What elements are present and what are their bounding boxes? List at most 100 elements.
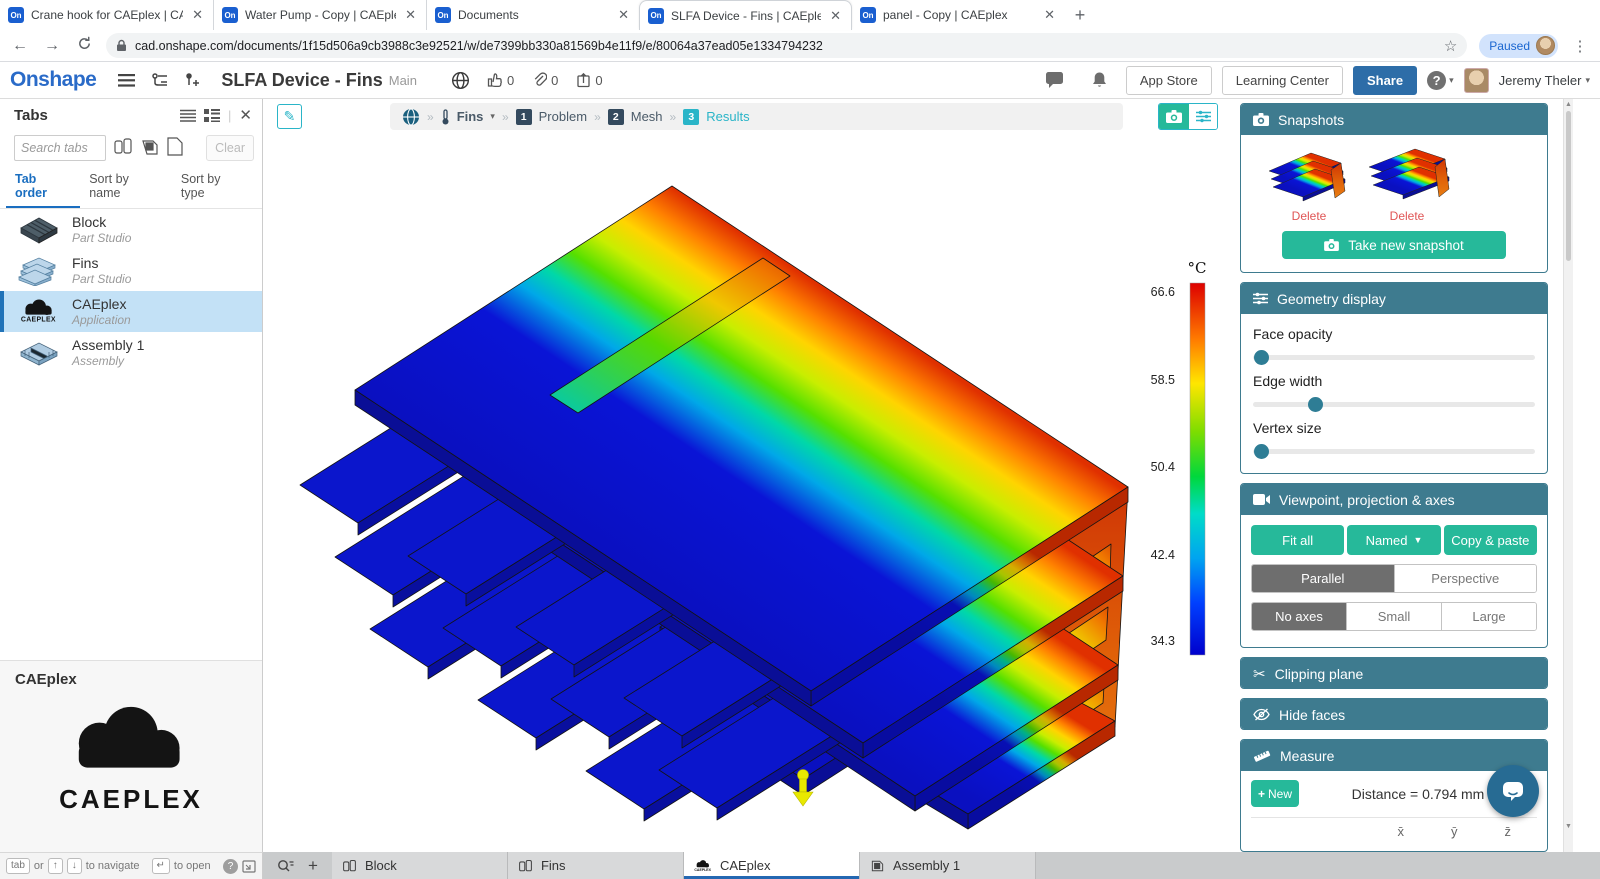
viewpoint-header[interactable]: Viewpoint, projection & axes <box>1241 484 1547 515</box>
tab-item-fins[interactable]: Fins Part Studio <box>0 250 262 291</box>
globe-icon[interactable] <box>402 108 420 126</box>
axes-none[interactable]: No axes <box>1252 603 1346 630</box>
step-problem[interactable]: Problem <box>539 109 587 124</box>
browser-tab[interactable]: On panel - Copy | CAEplex ✕ <box>852 0 1065 30</box>
3d-viewport[interactable]: °C 66.6 58.5 50.4 42.4 34.3 ✎ » Fins ▾ »… <box>263 99 1232 852</box>
delete-snapshot-link[interactable]: Delete <box>1390 209 1425 223</box>
versions-tree-icon[interactable] <box>151 73 169 88</box>
close-tab-icon[interactable]: ✕ <box>190 7 205 23</box>
edit-setup-button[interactable]: ✎ <box>277 104 302 129</box>
tab-item-block[interactable]: Block Part Studio <box>0 209 262 250</box>
chevron-separator: » <box>502 110 509 124</box>
axes-small[interactable]: Small <box>1346 603 1441 630</box>
measure-header[interactable]: Measure <box>1241 740 1547 771</box>
face-opacity-slider[interactable] <box>1253 350 1535 365</box>
new-tab-button[interactable]: + <box>1065 0 1095 30</box>
projection-parallel[interactable]: Parallel <box>1252 565 1394 592</box>
delete-snapshot-link[interactable]: Delete <box>1292 209 1327 223</box>
back-icon[interactable]: ← <box>10 37 30 55</box>
filter-assemblies-icon[interactable] <box>140 137 160 159</box>
browser-tab[interactable]: On Crane hook for CAEplex | CAE ✕ <box>0 0 213 30</box>
close-panel-icon[interactable]: ✕ <box>239 106 252 124</box>
browser-tab-active[interactable]: On SLFA Device - Fins | CAEplex ✕ <box>639 0 852 30</box>
onshape-logo[interactable]: Onshape <box>10 68 96 92</box>
doc-tab-assembly[interactable]: Assembly 1 <box>860 852 1036 879</box>
detail-view-icon[interactable] <box>204 109 220 122</box>
doc-tab-fins[interactable]: Fins <box>508 852 684 879</box>
reload-icon[interactable] <box>74 36 94 56</box>
forward-icon[interactable]: → <box>42 37 62 55</box>
help-icon[interactable]: ? <box>223 859 238 874</box>
fit-all-button[interactable]: Fit all <box>1251 525 1344 555</box>
divider: | <box>228 108 231 123</box>
step-results-active[interactable]: Results <box>706 109 749 124</box>
search-tabs-icon[interactable] <box>277 859 294 873</box>
doc-tab-block[interactable]: Block <box>332 852 508 879</box>
likes-count[interactable]: 0 <box>487 72 514 88</box>
edge-width-slider[interactable] <box>1253 397 1535 412</box>
main-menu-icon[interactable] <box>118 74 135 87</box>
display-settings-button[interactable] <box>1189 104 1217 129</box>
colorbar-tick: 58.5 <box>1151 373 1175 387</box>
live-chat-button[interactable] <box>1487 765 1539 817</box>
breadcrumb-part[interactable]: Fins <box>457 109 484 124</box>
list-view-icon[interactable] <box>180 109 196 122</box>
share-button[interactable]: Share <box>1353 66 1417 95</box>
sort-by-type[interactable]: Sort by type <box>172 167 256 208</box>
geometry-display-header[interactable]: Geometry display <box>1241 283 1547 314</box>
filter-blank-icon[interactable] <box>167 137 183 159</box>
filter-parts-icon[interactable] <box>113 137 133 159</box>
browser-tab[interactable]: On Documents ✕ <box>426 0 639 30</box>
right-scrollbar[interactable]: ▲ ▼ <box>1563 99 1573 852</box>
scroll-down-icon[interactable]: ▼ <box>1564 823 1573 830</box>
step-mesh[interactable]: Mesh <box>631 109 663 124</box>
user-menu[interactable]: Jeremy Theler ▾ <box>1499 73 1590 88</box>
close-tab-icon[interactable]: ✕ <box>828 8 843 24</box>
comments-icon[interactable] <box>1045 72 1065 89</box>
axes-large[interactable]: Large <box>1441 603 1536 630</box>
scrollbar-thumb[interactable] <box>1566 111 1571 261</box>
user-avatar[interactable] <box>1464 68 1489 93</box>
snapshot-thumbnail[interactable] <box>1363 141 1451 207</box>
sync-paused-badge[interactable]: Paused <box>1479 34 1558 58</box>
url-input[interactable]: cad.onshape.com/documents/1f15d506a9cb39… <box>106 33 1467 58</box>
close-tab-icon[interactable]: ✕ <box>403 7 418 23</box>
take-new-snapshot-button[interactable]: Take new snapshot <box>1282 231 1506 259</box>
fins-thermal-model[interactable]: °C 66.6 58.5 50.4 42.4 34.3 <box>263 99 1232 833</box>
snapshots-header[interactable]: Snapshots <box>1241 104 1547 135</box>
clear-search-button[interactable]: Clear <box>206 135 254 161</box>
links-count[interactable]: 0 <box>532 72 558 88</box>
search-tabs-input[interactable] <box>14 135 106 161</box>
close-tab-icon[interactable]: ✕ <box>616 7 631 23</box>
learning-center-button[interactable]: Learning Center <box>1222 66 1343 95</box>
doc-tab-caeplex-active[interactable]: CAEPLEX CAEplex <box>684 852 860 879</box>
sort-tab-order[interactable]: Tab order <box>6 167 80 208</box>
new-version-icon[interactable] <box>185 72 199 88</box>
app-store-button[interactable]: App Store <box>1126 66 1212 95</box>
named-views-button[interactable]: Named▼ <box>1347 525 1440 555</box>
sort-by-name[interactable]: Sort by name <box>80 167 172 208</box>
new-measure-button[interactable]: +New <box>1251 780 1299 807</box>
close-tab-icon[interactable]: ✕ <box>1042 7 1057 23</box>
vertex-size-slider[interactable] <box>1253 444 1535 459</box>
copies-count[interactable]: 0 <box>576 72 602 88</box>
notifications-bell-icon[interactable] <box>1091 71 1108 89</box>
browser-tab[interactable]: On Water Pump - Copy | CAEple ✕ <box>213 0 426 30</box>
copy-paste-view-button[interactable]: Copy & paste <box>1444 525 1537 555</box>
add-tab-icon[interactable]: + <box>308 856 318 876</box>
bookmark-star-icon[interactable]: ☆ <box>1444 37 1457 55</box>
projection-perspective[interactable]: Perspective <box>1394 565 1537 592</box>
tab-item-assembly[interactable]: Assembly 1 Assembly <box>0 332 262 373</box>
chevron-down-icon[interactable]: ▾ <box>490 111 495 122</box>
tab-item-caeplex-selected[interactable]: CAEPLEX CAEplex Application <box>0 291 262 332</box>
browser-menu-icon[interactable]: ⋮ <box>1570 37 1590 55</box>
scroll-up-icon[interactable]: ▲ <box>1564 101 1573 108</box>
snapshot-camera-button[interactable] <box>1159 104 1189 129</box>
down-key: ↓ <box>67 858 82 874</box>
snapshot-thumbnail[interactable] <box>1265 141 1353 207</box>
help-menu[interactable]: ? ▾ <box>1427 71 1454 90</box>
clipping-plane-header[interactable]: ✂ Clipping plane <box>1241 658 1547 689</box>
public-globe-icon[interactable] <box>451 71 470 90</box>
dock-panel-icon[interactable] <box>242 860 256 873</box>
hide-faces-header[interactable]: Hide faces <box>1241 699 1547 730</box>
